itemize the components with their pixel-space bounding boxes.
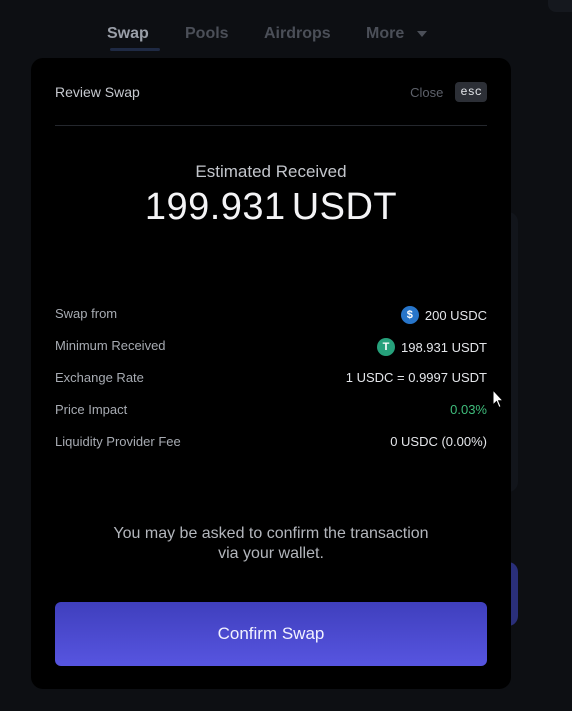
detail-label: Price Impact xyxy=(55,402,128,417)
nav-more[interactable]: More xyxy=(366,25,427,43)
header-divider xyxy=(55,125,487,126)
close-button[interactable]: Close xyxy=(410,85,443,100)
nav-pools[interactable]: Pools xyxy=(185,25,229,43)
usdt-icon: T xyxy=(377,338,395,356)
nav-active-indicator xyxy=(110,48,160,51)
exchange-rate-value: 1 USDC = 0.9997 USDT xyxy=(345,370,487,385)
confirm-swap-button[interactable]: Confirm Swap xyxy=(55,602,487,666)
detail-row-lp-fee: Liquidity Provider Fee 0 USDC (0.00%) xyxy=(55,430,487,462)
estimated-amount-value: 199.931 xyxy=(144,186,286,228)
detail-row-exchange-rate: Exchange Rate 1 USDC = 0.9997 USDT xyxy=(55,366,487,398)
nav-more-label: More xyxy=(366,25,405,42)
esc-key-hint[interactable]: esc xyxy=(455,82,487,102)
close-control[interactable]: Close esc xyxy=(410,82,487,102)
modal-header: Review Swap Close esc xyxy=(55,82,487,106)
note-line-2: via your wallet. xyxy=(218,545,324,562)
nav-airdrops[interactable]: Airdrops xyxy=(264,25,331,43)
minimum-received-value: 198.931 USDT xyxy=(401,339,487,355)
top-nav: Swap Pools Airdrops More xyxy=(0,0,572,56)
detail-row-minimum-received: Minimum Received T 198.931 USDT xyxy=(55,334,487,366)
lp-fee-value: 0 USDC (0.00%) xyxy=(390,434,487,449)
estimated-amount-unit: USDT xyxy=(291,186,398,228)
estimated-received-label: Estimated Received xyxy=(195,162,347,181)
detail-label: Liquidity Provider Fee xyxy=(55,434,181,449)
nav-swap[interactable]: Swap xyxy=(107,25,149,43)
detail-label: Exchange Rate xyxy=(55,370,144,385)
chevron-down-icon xyxy=(416,30,427,37)
usdc-icon: $ xyxy=(400,306,419,324)
mouse-cursor-icon xyxy=(492,389,504,409)
background-panel-corner xyxy=(548,0,572,12)
detail-row-price-impact: Price Impact 0.03% xyxy=(55,398,487,430)
swap-details: Swap from $ 200 USDC Minimum Received T … xyxy=(55,302,487,462)
wallet-confirm-note: You may be asked to confirm the transact… xyxy=(31,524,511,564)
swap-from-value: 200 USDC xyxy=(424,307,487,323)
estimated-received-amount: 199.931 USDT xyxy=(31,186,511,229)
price-impact-value: 0.03% xyxy=(450,402,487,417)
detail-value: $ 200 USDC xyxy=(400,306,487,324)
modal-title: Review Swap xyxy=(55,84,140,100)
detail-value: T 198.931 USDT xyxy=(377,338,487,356)
review-swap-modal: Review Swap Close esc Estimated Received… xyxy=(31,58,511,689)
note-line-1: You may be asked to confirm the transact… xyxy=(113,525,429,542)
detail-label: Minimum Received xyxy=(55,338,166,353)
detail-label: Swap from xyxy=(55,306,118,321)
detail-row-swap-from: Swap from $ 200 USDC xyxy=(55,302,487,334)
